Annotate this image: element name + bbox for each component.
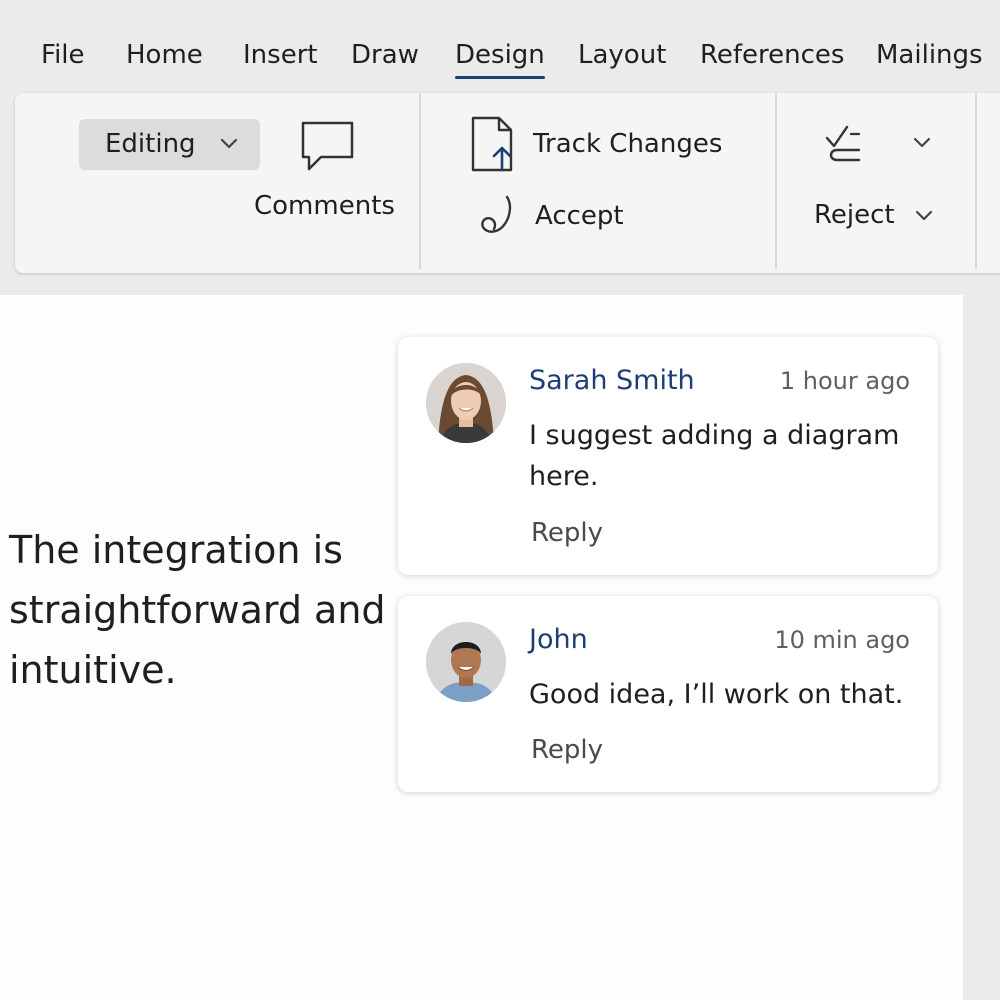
document-arrow-icon xyxy=(471,116,513,172)
reply-button[interactable]: Reply xyxy=(531,735,603,765)
menu-draw[interactable]: Draw xyxy=(351,40,419,70)
ribbon-divider xyxy=(775,93,777,269)
menu-mailings[interactable]: Mailings xyxy=(876,40,983,70)
comment-timestamp: 1 hour ago xyxy=(779,367,910,395)
comment-text: I suggest adding a diagram here. xyxy=(529,420,900,492)
ribbon: Editing Comments Track Changes Accept Re… xyxy=(15,93,1000,273)
editing-label: Editing xyxy=(105,129,196,159)
comments-button[interactable]: Comments xyxy=(245,113,415,233)
menu-file[interactable]: File xyxy=(41,40,85,70)
avatar xyxy=(426,363,506,443)
track-changes-button[interactable]: Track Changes xyxy=(465,113,735,175)
menu-references[interactable]: References xyxy=(700,40,844,70)
menu-layout[interactable]: Layout xyxy=(578,40,666,70)
chevron-down-icon xyxy=(220,138,238,149)
reply-button[interactable]: Reply xyxy=(531,518,603,548)
comment-bubble-icon xyxy=(301,121,354,171)
menu-insert[interactable]: Insert xyxy=(243,40,318,70)
ribbon-divider xyxy=(419,93,421,269)
comment-author: John xyxy=(529,624,588,655)
accept-label: Accept xyxy=(535,201,624,231)
editing-mode-dropdown[interactable]: Editing xyxy=(79,119,260,170)
avatar xyxy=(426,622,506,702)
comment-timestamp: 10 min ago xyxy=(774,626,910,654)
track-changes-label: Track Changes xyxy=(533,129,723,159)
accept-squiggle-icon xyxy=(481,195,512,233)
chevron-down-icon[interactable] xyxy=(912,136,932,150)
comment-card[interactable]: Sarah Smith 1 hour ago I suggest adding … xyxy=(398,337,938,575)
comment-card[interactable]: John 10 min ago Good idea, I’ll work on … xyxy=(398,596,938,792)
accept-button[interactable]: Accept xyxy=(470,191,650,241)
reject-check-icon[interactable] xyxy=(823,120,865,164)
menu-design[interactable]: Design xyxy=(455,40,545,79)
reject-button[interactable]: Reject xyxy=(812,196,942,240)
reject-label: Reject xyxy=(814,200,895,230)
comment-text: Good idea, I’ll work on that. xyxy=(529,679,904,710)
comment-author: Sarah Smith xyxy=(529,365,695,396)
comments-label: Comments xyxy=(254,191,395,221)
ribbon-divider xyxy=(975,93,977,269)
menu-bar: File Home Insert Draw Design Layout Refe… xyxy=(0,0,1000,92)
chevron-down-icon xyxy=(915,210,933,221)
document-paragraph[interactable]: The integration is straightforward and i… xyxy=(9,520,389,700)
menu-home[interactable]: Home xyxy=(126,40,203,70)
